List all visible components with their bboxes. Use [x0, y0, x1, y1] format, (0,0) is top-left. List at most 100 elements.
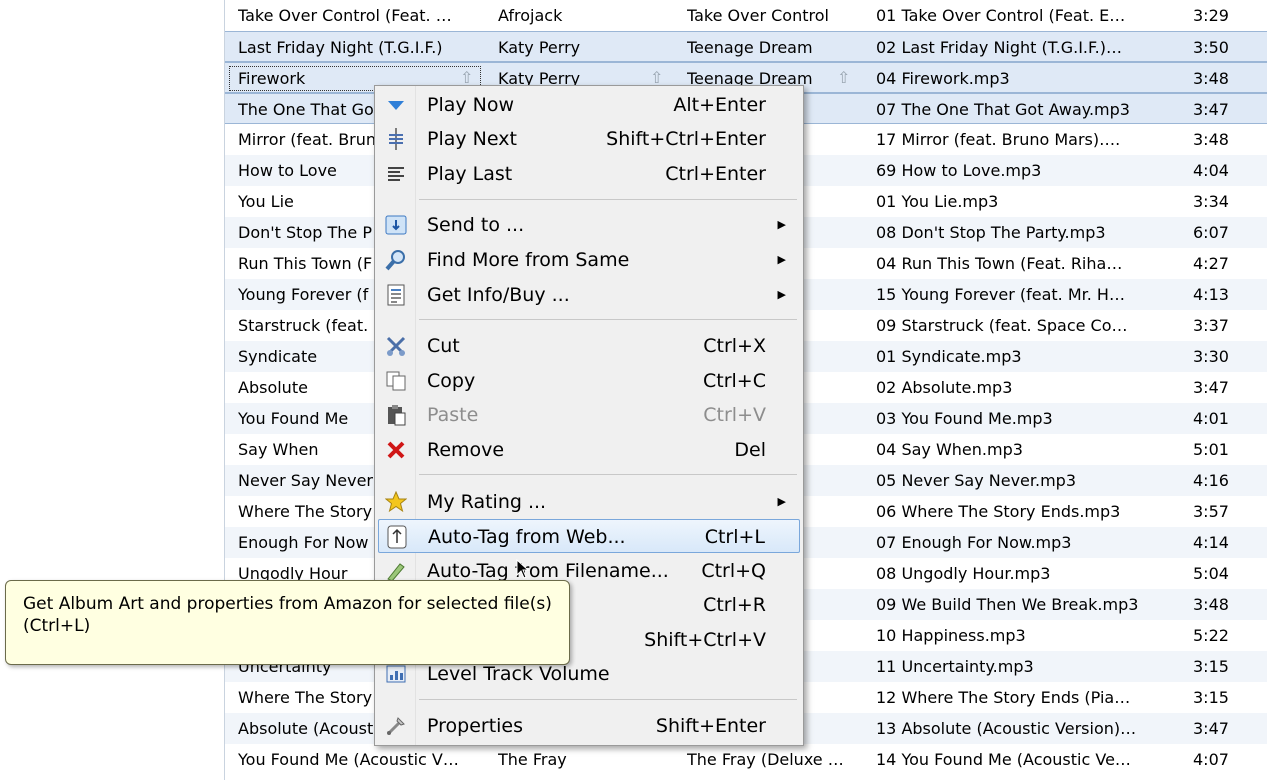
track-filename: 11 Uncertainty.mp3: [876, 657, 1034, 676]
track-filename: 09 Starstruck (feat. Space Co…: [876, 316, 1128, 335]
menu-item-shortcut: Ctrl+L: [704, 526, 765, 548]
track-duration: 4:01: [1193, 409, 1229, 428]
menu-item-send-to[interactable]: Send to ... ▶: [378, 208, 800, 242]
menu-item-label: Send to ...: [427, 214, 525, 236]
menu-item-shortcut: Ctrl+R: [703, 594, 766, 616]
track-duration: 4:07: [1193, 750, 1229, 769]
menu-item-shortcut: Del: [734, 439, 766, 461]
menu-item-play-next[interactable]: Play Next Shift+Ctrl+Enter: [378, 122, 800, 156]
find-more-icon: [384, 249, 408, 271]
menu-item-remove[interactable]: Remove Del: [378, 433, 800, 467]
play-next-icon: [384, 128, 408, 150]
level-volume-icon: [384, 663, 408, 685]
mouse-cursor-icon: [516, 559, 530, 579]
send-to-icon: [384, 214, 408, 236]
track-artist: The Fray: [498, 750, 567, 769]
track-filename: 69 How to Love.mp3: [876, 161, 1042, 180]
track-filename: 01 You Lie.mp3: [876, 192, 999, 211]
tooltip-text: Get Album Art and properties from Amazon…: [23, 594, 552, 636]
submenu-arrow-icon: ▶: [777, 218, 786, 231]
track-filename: 06 Where The Story Ends.mp3: [876, 502, 1121, 521]
track-filename: 04 Firework.mp3: [876, 69, 1010, 88]
menu-separator: [419, 699, 797, 700]
track-title: Take Over Control (Feat. …: [238, 6, 452, 25]
track-row[interactable]: Take Over Control (Feat. … Afrojack Take O…: [225, 0, 1267, 31]
menu-item-auto-tag-from-web[interactable]: Auto-Tag from Web... Ctrl+L: [378, 519, 800, 553]
menu-separator: [419, 319, 797, 320]
menu-item-label: Find More from Same: [427, 249, 630, 271]
copy-icon: [384, 370, 408, 392]
menu-item-label: Play Now: [427, 94, 515, 116]
track-filename: 04 Run This Town (Feat. Riha…: [876, 254, 1123, 273]
menu-item-label: Get Info/Buy ...: [427, 284, 570, 306]
track-filename: 15 Young Forever (feat. Mr. H…: [876, 285, 1125, 304]
track-row[interactable]: Last Friday Night (T.G.I.F.) Katy Perry Te…: [225, 31, 1267, 62]
track-filename: 02 Last Friday Night (T.G.I.F.)…: [876, 38, 1122, 57]
track-filename: 04 Say When.mp3: [876, 440, 1023, 459]
track-filename: 13 Absolute (Acoustic Version)…: [876, 719, 1137, 738]
play-now-icon: [384, 94, 408, 116]
track-filename: 02 Absolute.mp3: [876, 378, 1013, 397]
track-artist: Afrojack: [498, 6, 563, 25]
menu-item-label: Auto-Tag from Web...: [428, 526, 626, 548]
track-filename: 01 Take Over Control (Feat. E…: [876, 6, 1126, 25]
track-artist: Katy Perry: [498, 38, 581, 57]
track-duration: 4:14: [1193, 533, 1229, 552]
track-title: You Found Me (Acoustic V…: [238, 750, 459, 769]
track-duration: 4:16: [1193, 471, 1229, 490]
menu-item-shortcut: Ctrl+Q: [701, 560, 766, 582]
menu-item-shortcut: Alt+Enter: [673, 94, 766, 116]
track-filename: 08 Don't Stop The Party.mp3: [876, 223, 1106, 242]
menu-item-play-last[interactable]: Play Last Ctrl+Enter: [378, 157, 800, 191]
menu-item-get-info-buy[interactable]: Get Info/Buy ... ▶: [378, 278, 800, 312]
track-duration: 3:15: [1193, 688, 1229, 707]
track-row[interactable]: You Found Me (Acoustic V… The Fray The Fra…: [225, 744, 1267, 775]
submenu-arrow-icon: ▶: [777, 288, 786, 301]
submenu-arrow-icon: ▶: [777, 253, 786, 266]
track-duration: 3:30: [1193, 347, 1229, 366]
menu-item-label: Copy: [427, 370, 476, 392]
menu-item-properties[interactable]: Properties Shift+Enter: [378, 709, 800, 743]
track-duration: 3:29: [1193, 6, 1229, 25]
menu-item-label: Play Last: [427, 163, 513, 185]
cut-icon: [384, 335, 408, 357]
track-album: The Fray (Deluxe …: [687, 750, 844, 769]
menu-item-my-rating[interactable]: My Rating ... ▶: [378, 485, 800, 519]
auto-tag-filename-icon: [384, 560, 408, 582]
auto-tag-web-icon: [385, 525, 409, 549]
paste-icon: [384, 404, 408, 426]
track-duration: 4:13: [1193, 285, 1229, 304]
menu-item-paste[interactable]: Paste Ctrl+V: [378, 398, 800, 432]
menu-item-shortcut: Ctrl+V: [703, 404, 766, 426]
track-filename: 05 Never Say Never.mp3: [876, 471, 1076, 490]
get-info-icon: [384, 284, 408, 306]
track-duration: 3:47: [1193, 100, 1229, 119]
track-duration: 4:04: [1193, 161, 1229, 180]
track-filename: 07 The One That Got Away.mp3: [876, 100, 1130, 119]
menu-item-copy[interactable]: Copy Ctrl+C: [378, 364, 800, 398]
menu-item-label: Properties: [427, 715, 524, 737]
track-duration: 3:47: [1193, 378, 1229, 397]
track-duration: 3:48: [1193, 69, 1229, 88]
track-filename: 12 Where The Story Ends (Pia…: [876, 688, 1131, 707]
menu-item-label: Paste: [427, 404, 479, 426]
menu-separator: [419, 474, 797, 475]
track-filename: 07 Enough For Now.mp3: [876, 533, 1072, 552]
rating-star-icon: [384, 491, 408, 513]
track-filename: 01 Syndicate.mp3: [876, 347, 1022, 366]
track-duration: 3:48: [1193, 130, 1229, 149]
menu-item-find-more-from-same[interactable]: Find More from Same ▶: [378, 243, 800, 277]
menu-item-label: Play Next: [427, 128, 517, 150]
auto-tag-tooltip: Get Album Art and properties from Amazon…: [5, 580, 570, 665]
menu-item-shortcut: Ctrl+Enter: [665, 163, 766, 185]
menu-item-play-now[interactable]: Play Now Alt+Enter: [378, 88, 800, 122]
menu-item-shortcut: Shift+Enter: [655, 715, 766, 737]
properties-icon: [384, 715, 408, 737]
menu-item-cut[interactable]: Cut Ctrl+X: [378, 329, 800, 363]
track-duration: 3:37: [1193, 316, 1229, 335]
track-duration: 3:48: [1193, 595, 1229, 614]
track-filename: 08 Ungodly Hour.mp3: [876, 564, 1051, 583]
track-duration: 3:50: [1193, 38, 1229, 57]
play-last-icon: [384, 163, 408, 185]
track-duration: 6:07: [1193, 223, 1229, 242]
